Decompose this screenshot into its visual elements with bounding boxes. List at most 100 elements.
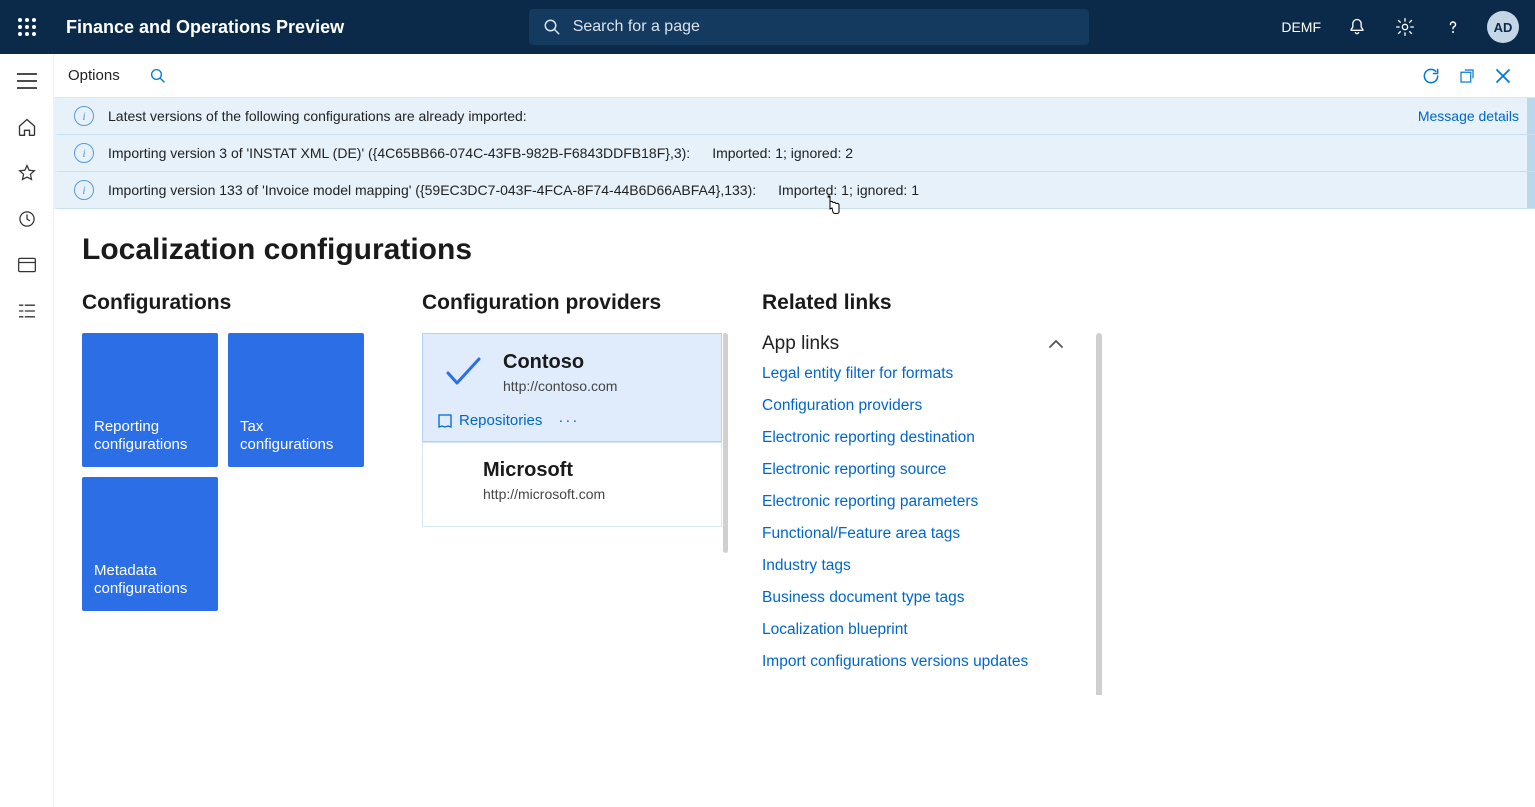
popout-button[interactable] xyxy=(1449,58,1485,94)
topbar: Finance and Operations Preview DEMF AD xyxy=(0,0,1535,54)
bell-icon xyxy=(1347,17,1367,37)
help-button[interactable] xyxy=(1433,7,1473,47)
star-icon xyxy=(17,163,37,183)
repositories-link[interactable]: Repositories xyxy=(437,412,542,429)
message-details-link[interactable]: Message details xyxy=(1418,108,1519,124)
nav-modules[interactable] xyxy=(3,290,51,332)
search-icon xyxy=(543,18,561,36)
chevron-up-icon xyxy=(1048,338,1064,350)
active-provider-check xyxy=(441,350,485,394)
home-icon xyxy=(17,117,37,137)
tile-tax-configurations[interactable]: Tax configurations xyxy=(228,333,364,467)
link-document-type-tags[interactable]: Business document type tags xyxy=(762,589,1074,607)
help-icon xyxy=(1443,17,1463,37)
search-box[interactable] xyxy=(529,9,1089,45)
search-icon xyxy=(149,67,167,85)
banner-text: Importing version 3 of 'INSTAT XML (DE)'… xyxy=(108,145,690,161)
provider-name: Contoso xyxy=(503,351,617,374)
banner-scrollbar[interactable] xyxy=(1527,135,1535,171)
nav-rail xyxy=(0,54,54,807)
modules-icon xyxy=(17,302,37,320)
provider-more-button[interactable]: ··· xyxy=(558,412,579,429)
page-title: Localization configurations xyxy=(82,233,1507,267)
providers-list: Contoso http://contoso.com Repositories … xyxy=(422,333,722,527)
banner-scrollbar[interactable] xyxy=(1527,98,1535,134)
info-icon: i xyxy=(74,143,94,163)
repositories-label: Repositories xyxy=(459,412,542,429)
workspace-icon xyxy=(17,256,37,274)
search-input[interactable] xyxy=(573,18,1075,36)
banner-text: Latest versions of the following configu… xyxy=(108,108,527,124)
provider-url: http://microsoft.com xyxy=(483,486,703,502)
provider-url: http://contoso.com xyxy=(503,378,617,394)
search-wrap xyxy=(344,9,1273,45)
banner-scrollbar[interactable] xyxy=(1527,172,1535,208)
tile-metadata-configurations[interactable]: Metadata configurations xyxy=(82,477,218,611)
provider-actions: Repositories ··· xyxy=(423,404,721,441)
configurations-section: Configurations Reporting configurations … xyxy=(82,291,382,611)
link-industry-tags[interactable]: Industry tags xyxy=(762,557,1074,575)
info-banner: i Importing version 3 of 'INSTAT XML (DE… xyxy=(54,135,1535,172)
providers-heading: Configuration providers xyxy=(422,291,722,315)
link-localization-blueprint[interactable]: Localization blueprint xyxy=(762,621,1074,639)
clock-icon xyxy=(17,209,37,229)
nav-home[interactable] xyxy=(3,106,51,148)
collapse-button[interactable] xyxy=(1048,338,1064,350)
related-links-section: Related links App links Legal entity fil… xyxy=(762,291,1102,671)
subheader: Options xyxy=(54,54,1535,98)
providers-section: Configuration providers Contoso http://c… xyxy=(422,291,722,527)
banner-text: Importing version 133 of 'Invoice model … xyxy=(108,182,756,198)
provider-name: Microsoft xyxy=(483,459,703,482)
provider-card-microsoft[interactable]: Microsoft http://microsoft.com xyxy=(422,442,722,527)
configurations-heading: Configurations xyxy=(82,291,382,315)
hamburger-icon xyxy=(17,73,37,89)
tiles: Reporting configurations Tax configurati… xyxy=(82,333,382,611)
topbar-right: DEMF AD xyxy=(1273,7,1535,47)
avatar[interactable]: AD xyxy=(1487,11,1519,43)
check-icon xyxy=(443,355,483,389)
tile-label: Reporting configurations xyxy=(94,418,206,456)
nav-hamburger[interactable] xyxy=(3,60,51,102)
app-links-heading: App links xyxy=(762,333,839,355)
repositories-icon xyxy=(437,413,453,429)
tile-label: Metadata configurations xyxy=(94,562,206,600)
options-button[interactable]: Options xyxy=(68,67,120,84)
app-links-list: Legal entity filter for formats Configur… xyxy=(762,365,1074,671)
related-links-heading: Related links xyxy=(762,291,1102,315)
info-banner: i Importing version 133 of 'Invoice mode… xyxy=(54,172,1535,209)
subheader-search[interactable] xyxy=(140,58,176,94)
link-configuration-providers[interactable]: Configuration providers xyxy=(762,397,1074,415)
app-links-header[interactable]: App links xyxy=(762,333,1074,355)
link-er-source[interactable]: Electronic reporting source xyxy=(762,461,1074,479)
popout-icon xyxy=(1458,67,1476,85)
info-icon: i xyxy=(74,106,94,126)
nav-favorites[interactable] xyxy=(3,152,51,194)
link-functional-tags[interactable]: Functional/Feature area tags xyxy=(762,525,1074,543)
banner-text-result: Imported: 1; ignored: 1 xyxy=(778,182,919,198)
tile-reporting-configurations[interactable]: Reporting configurations xyxy=(82,333,218,467)
settings-button[interactable] xyxy=(1385,7,1425,47)
info-icon: i xyxy=(74,180,94,200)
info-banner: i Latest versions of the following confi… xyxy=(54,98,1535,135)
provider-card-contoso[interactable]: Contoso http://contoso.com Repositories … xyxy=(422,333,722,442)
app-launcher-button[interactable] xyxy=(0,0,54,54)
link-er-parameters[interactable]: Electronic reporting parameters xyxy=(762,493,1074,511)
link-import-updates[interactable]: Import configurations versions updates xyxy=(762,653,1074,671)
close-button[interactable] xyxy=(1485,58,1521,94)
tile-label: Tax configurations xyxy=(240,418,352,456)
notifications-button[interactable] xyxy=(1337,7,1377,47)
close-icon xyxy=(1495,68,1511,84)
waffle-icon xyxy=(18,18,36,36)
link-legal-entity-filter[interactable]: Legal entity filter for formats xyxy=(762,365,1074,383)
content: Localization configurations Configuratio… xyxy=(54,209,1535,695)
gear-icon xyxy=(1395,17,1415,37)
company-picker[interactable]: DEMF xyxy=(1273,19,1329,35)
page: Options i Latest versions of the followi… xyxy=(54,54,1535,807)
refresh-icon xyxy=(1421,66,1441,86)
nav-recent[interactable] xyxy=(3,198,51,240)
link-er-destination[interactable]: Electronic reporting destination xyxy=(762,429,1074,447)
nav-workspaces[interactable] xyxy=(3,244,51,286)
banner-text-result: Imported: 1; ignored: 2 xyxy=(712,145,853,161)
refresh-button[interactable] xyxy=(1413,58,1449,94)
app-title: Finance and Operations Preview xyxy=(54,17,344,38)
